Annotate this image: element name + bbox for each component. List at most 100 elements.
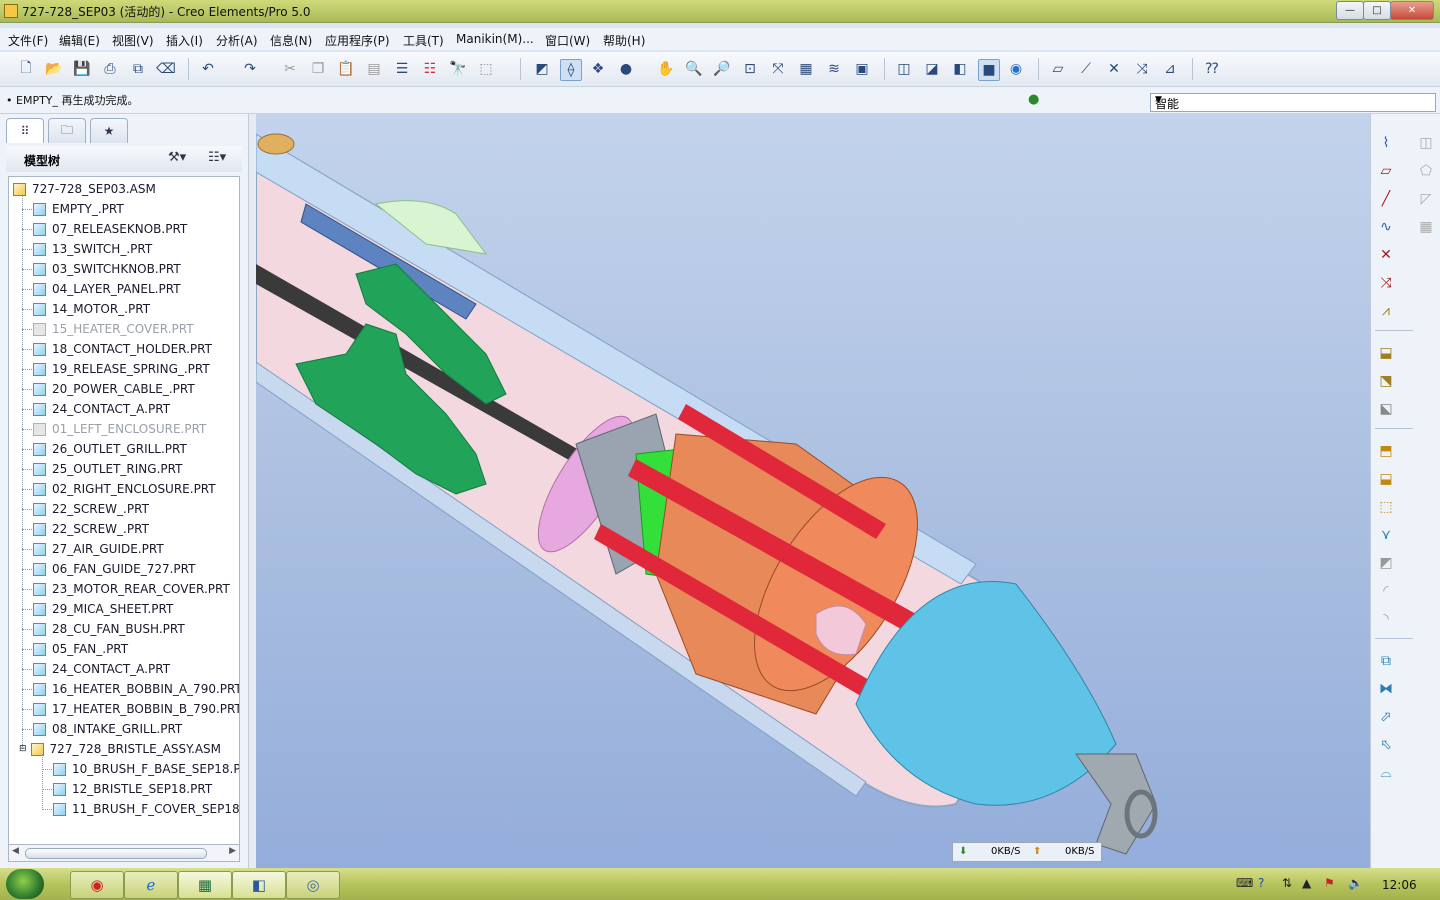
tree-item[interactable]: 25_OUTLET_RING.PRT [33,460,182,478]
help-icon[interactable]: ? [1258,876,1264,890]
new-icon[interactable]: 🗋 [16,59,36,79]
zoom-in-icon[interactable]: 🔍 [684,59,704,79]
undo-icon[interactable]: ↶ [198,59,218,79]
selection-filter[interactable]: 智能 ▼ [1150,93,1436,112]
scrollbar-thumb[interactable] [25,848,207,859]
menu-applications[interactable]: 应用程序(P) [325,32,390,49]
wireframe-icon[interactable]: ◫ [894,59,914,79]
tree-item[interactable]: 03_SWITCHKNOB.PRT [33,260,181,278]
tree-horizontal-scrollbar[interactable]: ◀ ▶ [8,844,240,862]
tree-item[interactable]: 24_CONTACT_A.PRT [33,660,170,678]
tree-item[interactable]: 23_MOTOR_REAR_COVER.PRT [33,580,230,598]
place-component-icon[interactable]: ⬓ [1375,342,1397,364]
menu-manikin[interactable]: Manikin(M)... [456,32,534,46]
tree-root[interactable]: 727-728_SEP03.ASM [13,180,156,198]
no-hidden-icon[interactable]: ◧ [950,59,970,79]
sweep-icon[interactable]: ⬚ [1375,496,1397,518]
tree-item[interactable]: 28_CU_FAN_BUSH.PRT [33,620,185,638]
scroll-left-icon[interactable]: ◀ [12,846,19,856]
cut-icon[interactable]: ✂ [280,59,300,79]
tree-item[interactable]: 16_HEATER_BOBBIN_A_790.PRT [33,680,239,698]
folder-browser-tab[interactable]: 🗀 [48,118,86,143]
pattern-icon[interactable]: ⧉ [1375,650,1397,672]
copy-icon[interactable]: ❐ [308,59,328,79]
close-button[interactable]: ✕ [1390,1,1434,20]
tree-item[interactable]: 19_RELEASE_SPRING_.PRT [33,360,210,378]
model-tree[interactable]: 727-728_SEP03.ASM EMPTY_.PRT 07_RELEASEKN… [8,176,240,846]
tree-child-item[interactable]: 11_BRUSH_F_COVER_SEP18.PRT [53,800,239,818]
clock[interactable]: 12:06 [1382,878,1417,892]
flag-icon[interactable]: ⚑ [1324,876,1335,890]
collapse-icon[interactable]: ⊟ [19,744,27,754]
tree-child-item[interactable]: 12_BRISTLE_SEP18.PRT [53,780,212,798]
tree-item[interactable]: 22_SCREW_.PRT [33,520,149,538]
keyboard-icon[interactable]: ⌨ [1236,876,1253,890]
tree-item[interactable]: 02_RIGHT_ENCLOSURE.PRT [33,480,216,498]
datum-axes-icon[interactable]: ⟋ [1076,59,1096,79]
measure-icon[interactable]: ◫ [1415,132,1437,154]
menu-edit[interactable]: 编辑(E) [59,32,100,49]
show-hidden-icon[interactable]: ▲ [1302,876,1311,890]
chevron-down-icon[interactable]: ▼ [1155,95,1432,105]
tree-item[interactable]: 17_HEATER_BOBBIN_B_790.PRT [33,700,239,718]
tree-item[interactable]: 20_POWER_CABLE_.PRT [33,380,195,398]
menu-insert[interactable]: 插入(I) [166,32,203,49]
tree-item[interactable]: 14_MOTOR_.PRT [33,300,150,318]
minimize-button[interactable]: — [1336,1,1364,20]
menu-window[interactable]: 窗口(W) [545,32,590,49]
refit-icon[interactable]: ⊡ [740,59,760,79]
zoom-out-icon[interactable]: 🔎 [712,59,732,79]
shell-icon[interactable]: ◩ [1375,552,1397,574]
view-manager-icon[interactable]: ▣ [852,59,872,79]
tree-item[interactable]: 06_FAN_GUIDE_727.PRT [33,560,195,578]
save-icon[interactable]: 💾 [72,59,92,79]
redo-icon[interactable]: ↷ [240,59,260,79]
tree-child-item[interactable]: 10_BRUSH_F_BASE_SEP18.PRT [53,760,239,778]
print-icon[interactable]: ⎙ [100,59,120,79]
explorer-icon[interactable]: ◎ [286,871,340,899]
context-help-icon[interactable]: ⁇ [1202,59,1222,79]
tree-item[interactable]: 29_MICA_SHEET.PRT [33,600,173,618]
datum-curve-icon[interactable]: ∿ [1375,216,1397,238]
extrude-icon[interactable]: ⬒ [1375,440,1397,462]
menu-file[interactable]: 文件(F) [8,32,48,49]
chamfer-icon[interactable]: ◝ [1375,608,1397,630]
orient-icon[interactable]: ❖ [588,59,608,79]
package-icon[interactable]: ⬕ [1375,398,1397,420]
appearance-icon[interactable]: ● [616,59,636,79]
tree-item[interactable]: 24_CONTACT_A.PRT [33,400,170,418]
pan-icon[interactable]: ✋ [656,59,676,79]
regen-manager-icon[interactable]: ☷ [420,59,440,79]
tree-item[interactable]: 04_LAYER_PANEL.PRT [33,280,181,298]
maximize-button[interactable]: □ [1363,1,1391,20]
tree-item[interactable]: 01_LEFT_ENCLOSURE.PRT [33,420,206,438]
menu-view[interactable]: 视图(V) [112,32,154,49]
paste-icon[interactable]: 📋 [336,59,356,79]
reorient-icon[interactable]: ⤧ [768,59,788,79]
enhanced-realism-icon[interactable]: ◉ [1006,59,1026,79]
network-icon[interactable]: ⇅ [1282,876,1292,890]
datum-axis-icon[interactable]: ╱ [1375,188,1397,210]
shading-icon[interactable]: ■ [978,59,1000,81]
revolve-icon[interactable]: ⬓ [1375,468,1397,490]
menu-info[interactable]: 信息(N) [270,32,312,49]
datum-plane-icon[interactable]: ▱ [1375,160,1397,182]
tree-item[interactable]: 08_INTAKE_GRILL.PRT [33,720,182,738]
creo-icon[interactable]: ◧ [232,871,286,899]
calc-icon[interactable]: ▦ [178,871,232,899]
mirror-icon[interactable]: ⧓ [1375,678,1397,700]
select-box-icon[interactable]: ⬚ [476,59,496,79]
menu-analysis[interactable]: 分析(A) [216,32,258,49]
analysis-icon[interactable]: ⬠ [1415,160,1437,182]
favorites-tab[interactable]: ★ [90,118,128,143]
tree-item[interactable]: 15_HEATER_COVER.PRT [33,320,194,338]
hidden-line-icon[interactable]: ◪ [922,59,942,79]
csys-icon[interactable]: ⤨ [1132,59,1152,79]
scroll-right-icon[interactable]: ▶ [229,846,236,856]
create-component-icon[interactable]: ⬔ [1375,370,1397,392]
tree-item[interactable]: 26_OUTLET_GRILL.PRT [33,440,187,458]
regenerate-icon[interactable]: ☰ [392,59,412,79]
saved-views-icon[interactable]: ▦ [796,59,816,79]
model-tree-tab[interactable]: ⠿ [6,118,44,143]
tree-item[interactable]: 05_FAN_.PRT [33,640,128,658]
